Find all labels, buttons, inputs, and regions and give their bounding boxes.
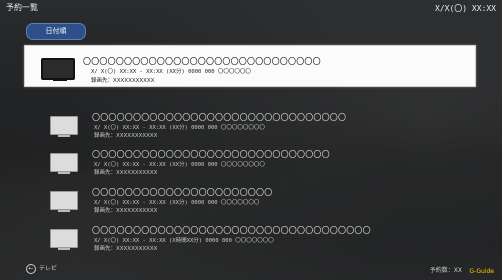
reservation-item[interactable]: 〇〇〇〇〇〇〇〇〇〇〇〇〇〇〇〇〇〇〇〇〇〇〇〇〇〇〇〇〇〇〇 X/ X(〇) … xyxy=(24,110,474,140)
reservation-count: 予約数：XX xyxy=(429,267,462,274)
program-name: 〇〇〇〇〇〇〇〇〇〇〇〇〇〇〇〇〇〇〇〇〇〇〇〇〇〇〇〇〇 xyxy=(83,57,321,66)
program-info: X/ X(〇) XX:XX - XX:XX (XX分) 0000 000 〇〇〇… xyxy=(94,200,260,206)
recording-destination: 録画先：XXXXXXXXXXX xyxy=(94,133,158,139)
program-name: 〇〇〇〇〇〇〇〇〇〇〇〇〇〇〇〇〇〇〇〇〇〇〇〇〇〇〇〇〇 xyxy=(92,150,330,159)
program-info: X/ X(〇) XX:XX - XX:XX (XX分) 0000 000 〇〇〇… xyxy=(94,162,265,168)
recording-destination: 録画先：XXXXXXXXXXX xyxy=(94,170,158,176)
recording-destination: 録画先：XXXXXXXXXXX xyxy=(94,208,158,214)
recording-destination: 録画先：XXXXXXXXXXX xyxy=(91,78,155,84)
tv-icon xyxy=(50,153,78,174)
back-label: テレビ xyxy=(39,265,58,272)
program-info: X/ X(〇) XX:XX - XX:XX (XX分) 0000 000 〇〇〇… xyxy=(94,125,265,131)
program-name: 〇〇〇〇〇〇〇〇〇〇〇〇〇〇〇〇〇〇〇〇〇〇〇〇〇〇〇〇〇〇〇〇〇〇 xyxy=(92,226,371,235)
program-info: X/ X(〇) XX:XX - XX:XX (X時間XX分) 0000 000 … xyxy=(94,238,274,244)
program-name: 〇〇〇〇〇〇〇〇〇〇〇〇〇〇〇〇〇〇〇〇〇〇〇〇〇〇〇〇〇〇〇 xyxy=(92,113,347,122)
g-guide-logo: G-Guide xyxy=(469,268,494,275)
reservation-item[interactable]: 〇〇〇〇〇〇〇〇〇〇〇〇〇〇〇〇〇〇〇〇〇〇 X/ X(〇) XX:XX - X… xyxy=(24,185,474,215)
back-to-tv-button[interactable]: ← テレビ xyxy=(26,263,57,274)
reservation-list: 〇〇〇〇〇〇〇〇〇〇〇〇〇〇〇〇〇〇〇〇〇〇〇〇〇〇〇〇〇 X/ X(〇) XX… xyxy=(0,0,502,280)
reservation-item[interactable]: 〇〇〇〇〇〇〇〇〇〇〇〇〇〇〇〇〇〇〇〇〇〇〇〇〇〇〇〇〇 X/ X(〇) XX… xyxy=(24,147,474,177)
program-name: 〇〇〇〇〇〇〇〇〇〇〇〇〇〇〇〇〇〇〇〇〇〇 xyxy=(92,188,273,197)
reservation-item[interactable]: 〇〇〇〇〇〇〇〇〇〇〇〇〇〇〇〇〇〇〇〇〇〇〇〇〇〇〇〇〇 X/ X(〇) XX… xyxy=(24,45,476,87)
recording-destination: 録画先：XXXXXXXXXXX xyxy=(94,246,158,252)
tv-icon xyxy=(50,191,78,212)
tv-icon xyxy=(50,116,78,137)
left-arrow-circle-icon: ← xyxy=(26,264,36,274)
program-info: X/ X(〇) XX:XX - XX:XX (XX分) 0000 000 〇〇〇… xyxy=(91,69,251,75)
tv-icon xyxy=(41,58,75,81)
tv-icon xyxy=(50,229,78,250)
reservation-item[interactable]: 〇〇〇〇〇〇〇〇〇〇〇〇〇〇〇〇〇〇〇〇〇〇〇〇〇〇〇〇〇〇〇〇〇〇 X/ X(… xyxy=(24,223,474,253)
